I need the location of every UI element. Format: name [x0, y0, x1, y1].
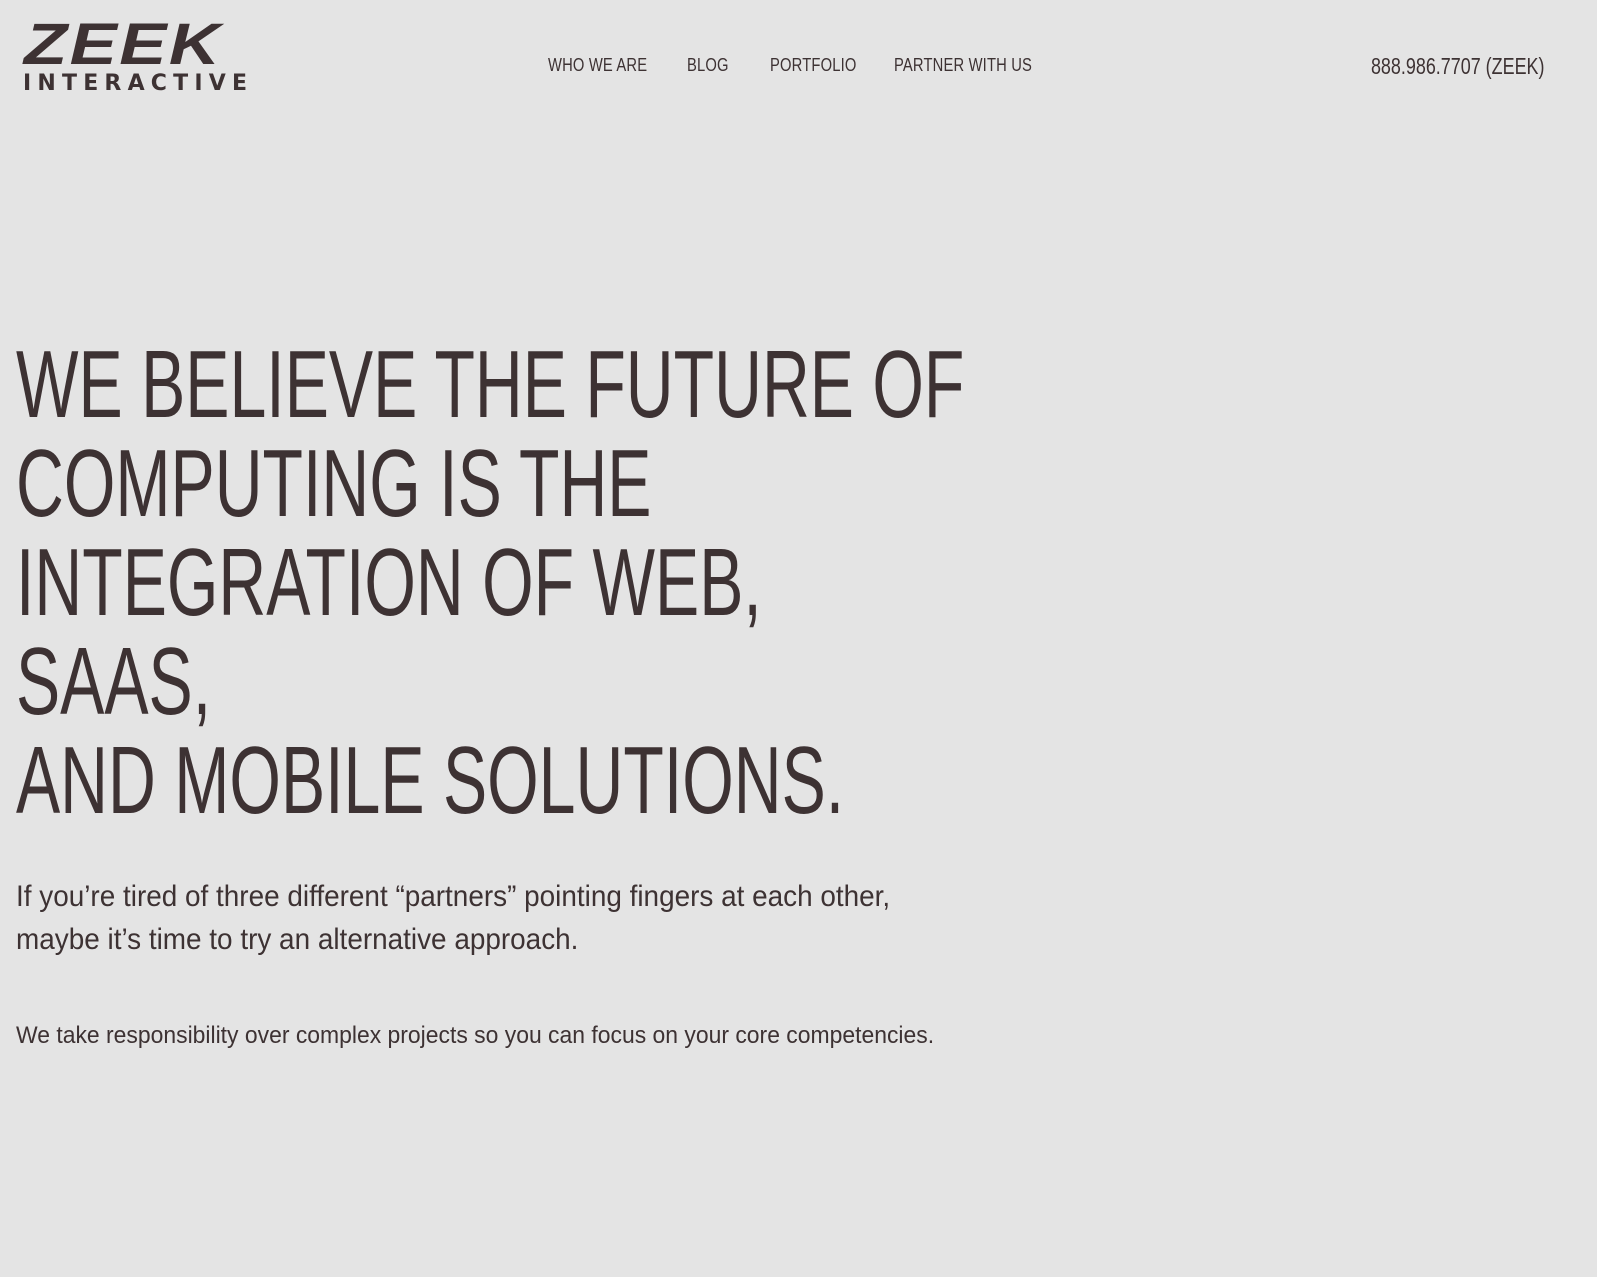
- nav-blog[interactable]: BLOG: [687, 52, 729, 78]
- logo-wordmark: ZEEK: [24, 12, 223, 77]
- site-header: ZEEK INTERACTIVE WHO WE ARE BLOG PORTFOL…: [0, 0, 1597, 130]
- hero-headline-line-3: INTEGRATION OF WEB, SAAS,: [16, 529, 762, 735]
- hero-section: WE BELIEVE THE FUTURE OF COMPUTING IS TH…: [16, 335, 976, 830]
- zeek-interactive-logo[interactable]: ZEEK INTERACTIVE: [22, 16, 247, 98]
- intro-line-1: If you’re tired of three different “part…: [16, 880, 891, 913]
- nav-who-we-are[interactable]: WHO WE ARE: [548, 52, 647, 78]
- intro-line-2: maybe it’s time to try an alternative ap…: [16, 923, 579, 956]
- intro-paragraph: If you’re tired of three different “part…: [16, 875, 1020, 961]
- phone-link[interactable]: 888.986.7707 (ZEEK): [1370, 52, 1544, 80]
- hero-headline-line-4: AND MOBILE SOLUTIONS.: [16, 727, 845, 834]
- tagline-paragraph: We take responsibility over complex proj…: [16, 1022, 935, 1049]
- hero-headline: WE BELIEVE THE FUTURE OF COMPUTING IS TH…: [16, 335, 968, 830]
- hero-headline-line-1: WE BELIEVE THE FUTURE OF: [16, 331, 965, 438]
- hero-headline-line-2: COMPUTING IS THE: [16, 430, 652, 537]
- nav-partner-with-us[interactable]: PARTNER WITH US: [894, 52, 1032, 78]
- logo-subtitle: INTERACTIVE: [23, 71, 254, 96]
- nav-portfolio[interactable]: PORTFOLIO: [770, 52, 857, 78]
